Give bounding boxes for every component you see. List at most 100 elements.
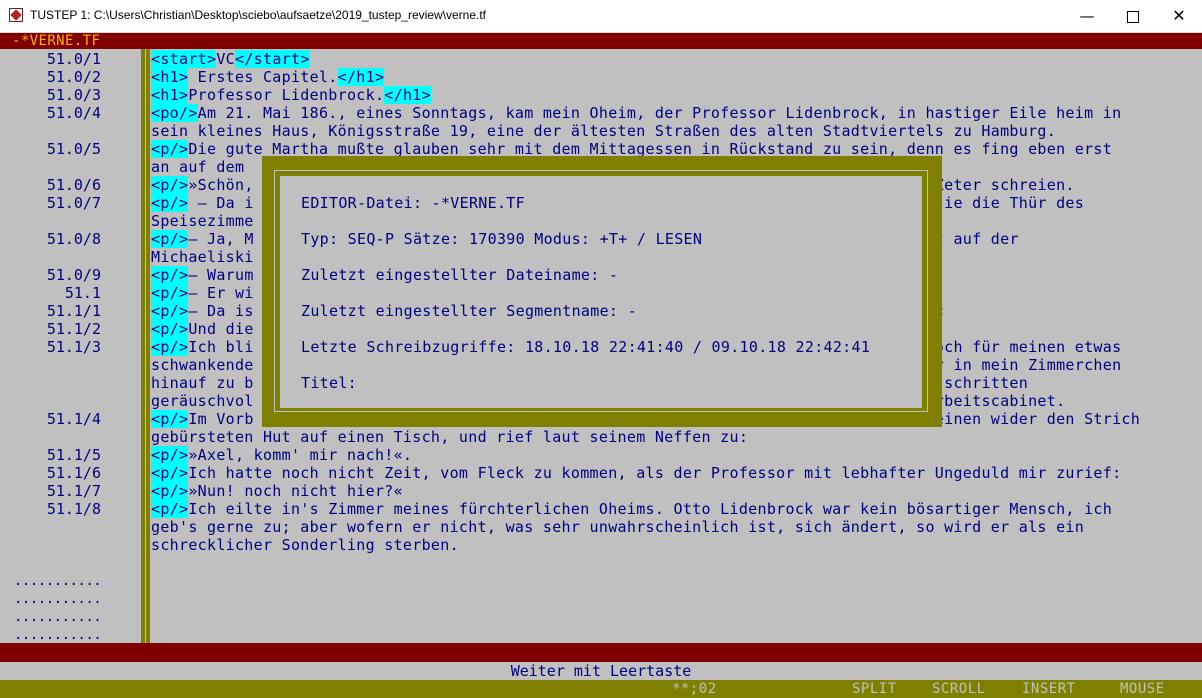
markup-tag: <p/> bbox=[151, 410, 189, 428]
line-number: 51.1 bbox=[64, 284, 101, 302]
line-text[interactable]: <h1> Erstes Capitel.</h1> bbox=[151, 68, 385, 86]
line-text[interactable]: Speisezimme bbox=[151, 212, 254, 230]
text-segment: Im Vorb bbox=[188, 410, 254, 428]
line-text[interactable]: schrecklicher Sonderling sterben. bbox=[151, 536, 459, 554]
text-line[interactable]: sein kleines Haus, Königsstraße 19, eine… bbox=[0, 122, 1202, 140]
text-segment: – Ja, M bbox=[188, 230, 254, 248]
text-segment: Ich bli bbox=[188, 338, 254, 356]
file-label: -*VERNE.TF bbox=[12, 33, 101, 49]
line-text[interactable]: <start>VC</start> bbox=[151, 50, 310, 68]
text-segment: Am 21. Mai 186., eines Sonntags, kam mei… bbox=[197, 104, 1122, 122]
line-text[interactable]: sein kleines Haus, Königsstraße 19, eine… bbox=[151, 122, 1056, 140]
markup-tag: <p/> bbox=[151, 194, 189, 212]
text-segment: geräuschvol bbox=[151, 392, 254, 410]
line-number: 51.0/2 bbox=[46, 68, 101, 86]
text-segment: »Schön, bbox=[188, 176, 254, 194]
text-segment: – Warum bbox=[188, 266, 254, 284]
line-number: 51.0/9 bbox=[46, 266, 101, 284]
text-line[interactable]: 51.0/3 <h1>Professor Lidenbrock.</h1> bbox=[0, 86, 1202, 104]
dialog-body: EDITOR-Datei: -*VERNE.TF Typ: SEQ-P Sätz… bbox=[280, 176, 922, 408]
text-line[interactable]: 51.1/8 <p/>Ich eilte in's Zimmer meines f… bbox=[0, 500, 1202, 518]
markup-tag: <p/> bbox=[151, 482, 189, 500]
markup-tag: </h1> bbox=[337, 68, 385, 86]
line-number: 51.1/6 bbox=[46, 464, 101, 482]
line-text[interactable]: Michaeliski bbox=[151, 248, 254, 266]
markup-tag: <p/> bbox=[151, 464, 189, 482]
line-number: 51.1/1 bbox=[46, 302, 101, 320]
status-insert[interactable]: INSERT bbox=[1022, 680, 1076, 698]
text-segment: Ich hatte noch nicht Zeit, vom Fleck zu … bbox=[188, 464, 1122, 482]
markup-tag: <h1> bbox=[151, 86, 189, 104]
line-text[interactable]: <po/>Am 21. Mai 186., eines Sonntags, ka… bbox=[151, 104, 1121, 122]
markup-tag: <p/> bbox=[151, 140, 189, 158]
line-text[interactable]: gebürsteten Hut auf einen Tisch, und rie… bbox=[151, 428, 748, 446]
status-split[interactable]: SPLIT bbox=[852, 680, 897, 698]
dialog-last-segment: Zuletzt eingestellter Segmentname: - bbox=[301, 302, 637, 320]
tustep-app-icon bbox=[9, 8, 23, 22]
maximize-icon bbox=[1127, 10, 1139, 23]
line-number: 51.1/7 bbox=[46, 482, 101, 500]
text-segment: an auf dem bbox=[151, 158, 245, 176]
line-number: 51.1/8 bbox=[46, 500, 101, 518]
dialog-last-write: Letzte Schreibzugriffe: 18.10.18 22:41:4… bbox=[301, 338, 871, 356]
status-scroll[interactable]: SCROLL bbox=[932, 680, 986, 698]
markup-tag: </start> bbox=[235, 50, 310, 68]
markup-tag: <h1> bbox=[151, 68, 189, 86]
text-line[interactable]: 51.0/2 <h1> Erstes Capitel.</h1> bbox=[0, 68, 1202, 86]
line-text[interactable]: <p/>Und die bbox=[151, 320, 254, 338]
line-number: 51.0/3 bbox=[46, 86, 101, 104]
line-text[interactable]: <p/>– Er wi bbox=[151, 284, 254, 302]
line-number: 51.0/6 bbox=[46, 176, 101, 194]
markup-tag: <p/> bbox=[151, 176, 189, 194]
text-line[interactable]: 51.0/4 <po/>Am 21. Mai 186., eines Sonnta… bbox=[0, 104, 1202, 122]
text-line[interactable]: gebürsteten Hut auf einen Tisch, und rie… bbox=[0, 428, 1202, 446]
line-number: 51.1/2 bbox=[46, 320, 101, 338]
line-text[interactable]: <p/>– Warum bbox=[151, 266, 254, 284]
window-title: TUSTEP 1: C:\Users\Christian\Desktop\sci… bbox=[30, 8, 486, 22]
markup-tag: <p/> bbox=[151, 266, 189, 284]
text-segment: sein kleines Haus, Königsstraße 19, eine… bbox=[151, 122, 1057, 140]
close-button[interactable]: ✕ bbox=[1156, 0, 1202, 32]
text-line[interactable]: 51.1/5 <p/>»Axel, komm' mir nach!«. bbox=[0, 446, 1202, 464]
status-mouse[interactable]: MOUSE bbox=[1120, 680, 1165, 698]
line-number: 51.1/3 bbox=[46, 338, 101, 356]
line-text[interactable]: <h1>Professor Lidenbrock.</h1> bbox=[151, 86, 431, 104]
text-line[interactable]: 51.1/7 <p/>»Nun! noch nicht hier?« bbox=[0, 482, 1202, 500]
markup-tag: <po/> bbox=[151, 104, 198, 122]
text-segment: VC bbox=[216, 50, 235, 68]
text-segment: »Axel, komm' mir nach!«. bbox=[188, 446, 413, 464]
text-line[interactable]: geb's gerne zu; aber wofern er nicht, wa… bbox=[0, 518, 1202, 536]
text-segment: schwankende bbox=[151, 356, 254, 374]
markup-tag: <p/> bbox=[151, 500, 189, 518]
line-text[interactable]: <p/>Ich hatte noch nicht Zeit, vom Fleck… bbox=[151, 464, 1121, 482]
text-segment: schrecklicher Sonderling sterben. bbox=[151, 536, 459, 554]
markup-tag: <p/> bbox=[151, 302, 189, 320]
line-text[interactable]: <p/>Ich eilte in's Zimmer meines fürchte… bbox=[151, 500, 1112, 518]
line-number: 51.1/4 bbox=[46, 410, 101, 428]
line-text[interactable]: geb's gerne zu; aber wofern er nicht, wa… bbox=[151, 518, 1084, 536]
line-text[interactable]: <p/>»Axel, komm' mir nach!«. bbox=[151, 446, 412, 464]
maximize-button[interactable] bbox=[1110, 0, 1156, 32]
file-name-bar: -*VERNE.TF bbox=[0, 33, 1202, 49]
line-text[interactable]: an auf dem bbox=[151, 158, 244, 176]
status-position: **;02 bbox=[672, 681, 717, 697]
empty-line-marker: ........... bbox=[14, 627, 102, 643]
text-segment: Und die bbox=[188, 320, 254, 338]
text-line[interactable]: 51.1/6 <p/>Ich hatte noch nicht Zeit, vom… bbox=[0, 464, 1202, 482]
empty-line-marker: ........... bbox=[14, 609, 102, 625]
command-line-bar[interactable] bbox=[0, 643, 1202, 662]
line-number: 51.0/7 bbox=[46, 194, 101, 212]
markup-tag: <p/> bbox=[151, 230, 189, 248]
text-segment: gebürsteten Hut auf einen Tisch, und rie… bbox=[151, 428, 749, 446]
text-segment: – Da i bbox=[188, 194, 254, 212]
text-segment: »Nun! noch nicht hier?« bbox=[188, 482, 403, 500]
line-number: 51.1/5 bbox=[46, 446, 101, 464]
text-line[interactable]: schrecklicher Sonderling sterben. bbox=[0, 536, 1202, 554]
text-line[interactable]: 51.0/1 <start>VC</start> bbox=[0, 50, 1202, 68]
markup-tag: <p/> bbox=[151, 284, 189, 302]
text-segment: Erstes Capitel. bbox=[188, 68, 338, 86]
minimize-button[interactable]: — bbox=[1064, 0, 1110, 32]
text-segment: – Er wi bbox=[188, 284, 254, 302]
window-titlebar[interactable]: TUSTEP 1: C:\Users\Christian\Desktop\sci… bbox=[0, 0, 1202, 33]
line-text[interactable]: <p/>»Nun! noch nicht hier?« bbox=[151, 482, 403, 500]
